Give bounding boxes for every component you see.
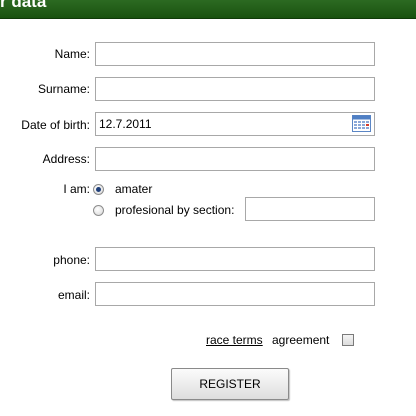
- dob-label: Date of birth:: [21, 118, 90, 132]
- calendar-icon[interactable]: [352, 115, 371, 132]
- address-label: Address:: [42, 152, 90, 166]
- dob-input[interactable]: [95, 112, 375, 136]
- amater-label: amater: [115, 182, 153, 196]
- amater-radio[interactable]: [93, 184, 104, 195]
- email-label: email:: [57, 288, 90, 302]
- agreement-checkbox[interactable]: [342, 334, 354, 346]
- phone-input[interactable]: [95, 247, 375, 271]
- profesional-radio[interactable]: [93, 205, 104, 216]
- address-input[interactable]: [95, 147, 375, 171]
- name-label: Name:: [54, 47, 90, 61]
- iam-label: I am:: [63, 182, 90, 196]
- surname-input[interactable]: [95, 77, 375, 101]
- form-header: r data: [0, 0, 416, 19]
- header-title: r data: [0, 0, 47, 11]
- section-input[interactable]: [245, 197, 375, 221]
- profesional-label: profesional by section:: [115, 203, 235, 217]
- surname-label: Surname:: [37, 82, 90, 96]
- agreement-label: agreement: [272, 333, 330, 347]
- email-input[interactable]: [95, 282, 375, 306]
- name-input[interactable]: [95, 42, 375, 66]
- race-terms-link[interactable]: race terms: [206, 333, 263, 347]
- phone-label: phone:: [53, 253, 90, 267]
- register-button[interactable]: REGISTER: [171, 368, 289, 400]
